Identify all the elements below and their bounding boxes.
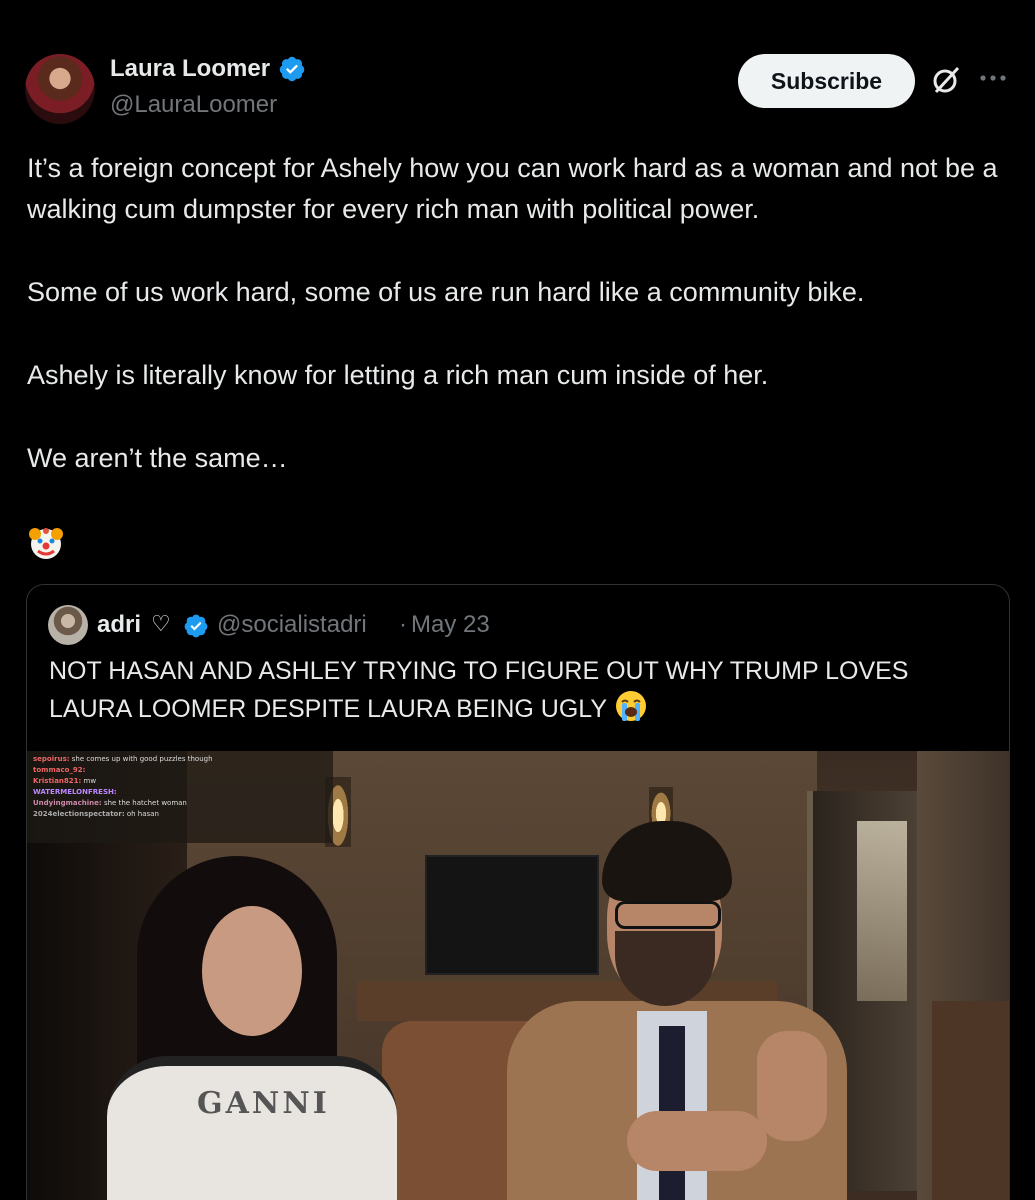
quoted-tweet-date[interactable]: May 23	[411, 611, 490, 639]
shirt-logo-text: GANNI	[197, 1086, 330, 1121]
quoted-author-avatar[interactable]	[48, 605, 88, 645]
chat-line: tommaco_92:	[33, 766, 86, 774]
tweet-paragraph: Some of us work hard, some of us are run…	[27, 277, 865, 307]
quoted-text-content: NOT HASAN AND ASHLEY TRYING TO FIGURE OU…	[49, 657, 909, 723]
author-name[interactable]: Laura Loomer	[110, 55, 270, 83]
quoted-author-handle[interactable]: @socialistadri	[217, 611, 367, 639]
chat-line: Undyingmachine: she the hatchet woman	[33, 799, 187, 807]
chat-line: sepoirus: she comes up with good puzzles…	[33, 755, 213, 763]
chat-line: 2024electionspectator: oh hasan	[33, 810, 159, 818]
verified-badge-icon	[184, 614, 208, 638]
clown-face-icon	[29, 528, 63, 559]
chat-line: Kristian821: mw	[33, 777, 97, 785]
quoted-name-heart: ♡	[151, 612, 171, 637]
verified-badge-icon	[279, 56, 305, 82]
stream-chat-overlay: sepoirus: she comes up with good puzzles…	[27, 751, 333, 843]
grok-icon[interactable]	[930, 64, 962, 96]
loudly-crying-face-icon	[615, 691, 646, 721]
author-name-row[interactable]: Laura Loomer	[110, 55, 306, 83]
person-right	[497, 821, 847, 1200]
quoted-tweet[interactable]: adri ♡ @socialistadri · May 23 NOT HASAN…	[26, 584, 1010, 1200]
person-left: GANNI	[107, 856, 397, 1200]
quoted-tweet-text: NOT HASAN AND ASHLEY TRYING TO FIGURE OU…	[49, 653, 979, 727]
dot-separator: ·	[399, 611, 407, 638]
more-icon[interactable]	[978, 70, 1008, 86]
author-handle[interactable]: @LauraLoomer	[110, 91, 277, 119]
author-avatar[interactable]	[25, 54, 95, 124]
quoted-media-image[interactable]: GANNI sepoirus: she comes up with good p…	[27, 751, 1009, 1200]
tweet-paragraph: We aren’t the same…	[27, 443, 288, 473]
tweet-page: Laura Loomer @LauraLoomer Subscribe It’s…	[0, 0, 1035, 1200]
subscribe-button[interactable]: Subscribe	[738, 54, 915, 108]
tweet-text: It’s a foreign concept for Ashely how yo…	[27, 148, 1007, 479]
chat-line: WATERMELONFRESH:	[33, 788, 117, 796]
quoted-author-name[interactable]: adri	[97, 611, 141, 639]
tweet-paragraph: It’s a foreign concept for Ashely how yo…	[27, 153, 998, 224]
tweet-paragraph: Ashely is literally know for letting a r…	[27, 360, 769, 390]
